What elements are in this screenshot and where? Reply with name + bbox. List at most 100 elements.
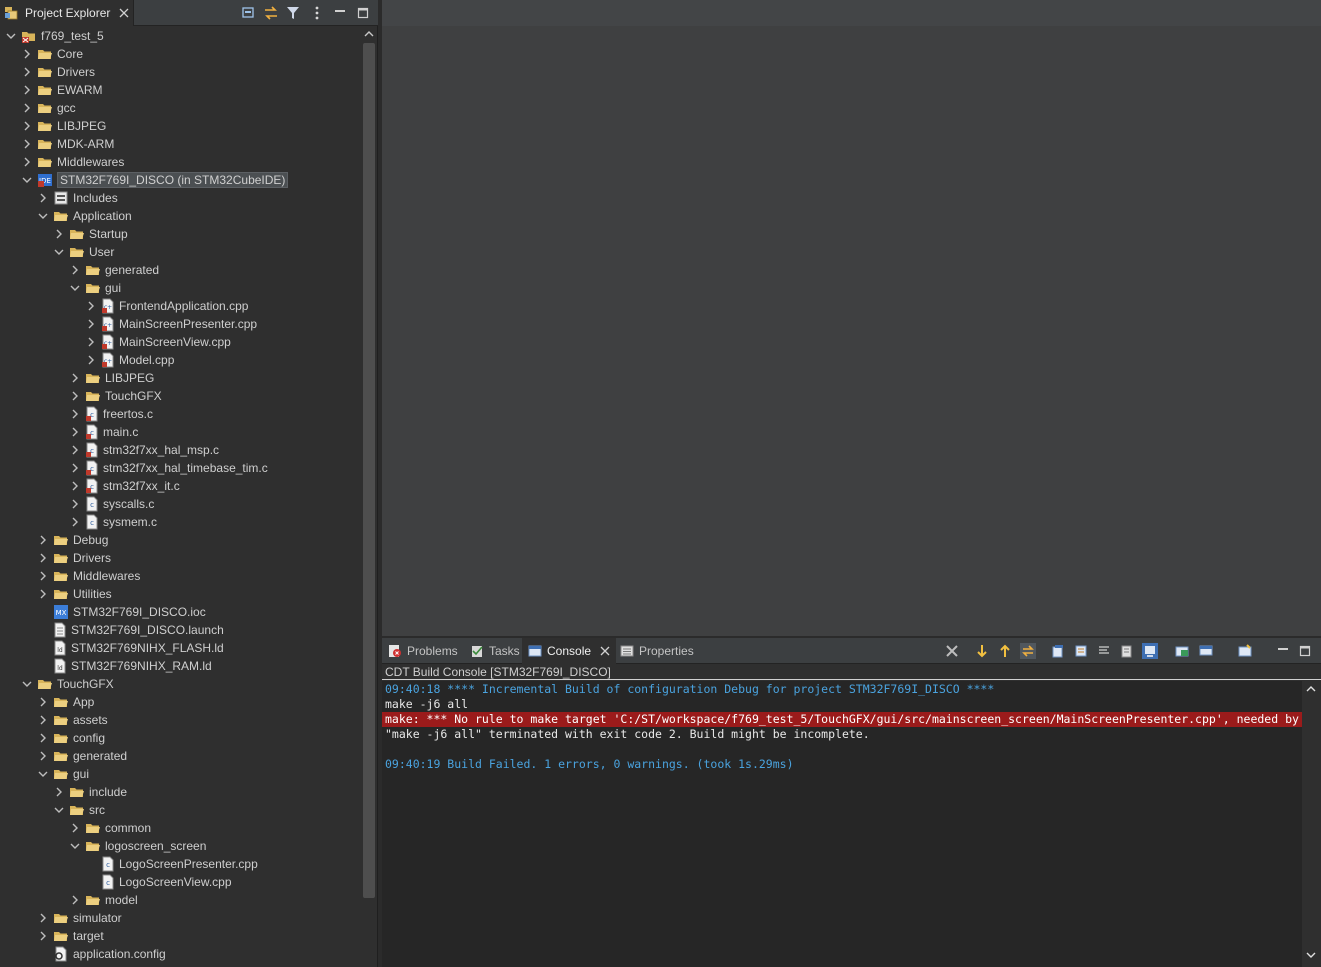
chevron-right-icon[interactable]: [53, 225, 65, 243]
chevron-right-icon[interactable]: [69, 441, 81, 459]
chevron-down-icon[interactable]: [53, 801, 65, 819]
tree-item[interactable]: generated: [0, 747, 360, 765]
chevron-right-icon[interactable]: [37, 531, 49, 549]
tree-item[interactable]: LIBJPEG: [0, 369, 360, 387]
chevron-right-icon[interactable]: [53, 783, 65, 801]
tree-item[interactable]: gui: [0, 765, 360, 783]
tree-item[interactable]: Includes: [0, 189, 360, 207]
chevron-right-icon[interactable]: [37, 585, 49, 603]
chevron-right-icon[interactable]: [21, 63, 33, 81]
chevron-right-icon[interactable]: [37, 549, 49, 567]
scrollbar-thumb[interactable]: [363, 43, 375, 898]
chevron-down-icon[interactable]: [53, 243, 65, 261]
tree-item[interactable]: c main.c: [0, 423, 360, 441]
chevron-right-icon[interactable]: [69, 459, 81, 477]
maximize-icon[interactable]: [355, 5, 371, 21]
tree-item[interactable]: application.config: [0, 945, 360, 963]
collapse-all-icon[interactable]: [240, 5, 256, 21]
link-with-editor-icon[interactable]: [263, 5, 279, 21]
chevron-right-icon[interactable]: [37, 711, 49, 729]
scroll-up-icon[interactable]: [361, 27, 377, 41]
tree-item[interactable]: gcc: [0, 99, 360, 117]
chevron-right-icon[interactable]: [69, 819, 81, 837]
tree-item[interactable]: MX STM32F769I_DISCO.ioc: [0, 603, 360, 621]
tree-item[interactable]: Drivers: [0, 549, 360, 567]
tree-item[interactable]: Startup: [0, 225, 360, 243]
chevron-right-icon[interactable]: [69, 891, 81, 909]
tree-item[interactable]: STM32F769I_DISCO.launch: [0, 621, 360, 639]
tree-item[interactable]: Middlewares: [0, 567, 360, 585]
tree-item[interactable]: MDK-ARM: [0, 135, 360, 153]
chevron-right-icon[interactable]: [69, 477, 81, 495]
chevron-right-icon[interactable]: [37, 747, 49, 765]
tree-item[interactable]: common: [0, 819, 360, 837]
tree-item[interactable]: c stm32f7xx_hal_timebase_tim.c: [0, 459, 360, 477]
tree-item[interactable]: App: [0, 693, 360, 711]
tree-item[interactable]: TouchGFX: [0, 387, 360, 405]
chevron-right-icon[interactable]: [69, 405, 81, 423]
chevron-right-icon[interactable]: [85, 333, 97, 351]
minimize-icon[interactable]: [332, 5, 348, 21]
tree-item[interactable]: TouchGFX: [0, 675, 360, 693]
chevron-right-icon[interactable]: [69, 261, 81, 279]
chevron-right-icon[interactable]: [85, 297, 97, 315]
chevron-down-icon[interactable]: [69, 837, 81, 855]
close-console-icon[interactable]: [600, 646, 610, 656]
tree-item[interactable]: c sysmem.c: [0, 513, 360, 531]
display-selected-console-icon[interactable]: [1174, 643, 1190, 659]
tree-item[interactable]: c LogoScreenPresenter.cpp: [0, 855, 360, 873]
chevron-right-icon[interactable]: [69, 369, 81, 387]
chevron-right-icon[interactable]: [85, 351, 97, 369]
chevron-right-icon[interactable]: [69, 513, 81, 531]
word-wrap-icon[interactable]: [1096, 643, 1112, 659]
chevron-right-icon[interactable]: [21, 135, 33, 153]
pin-console-icon[interactable]: [1142, 643, 1158, 659]
tab-problems[interactable]: Problems: [382, 638, 464, 664]
previous-error-icon[interactable]: [997, 643, 1013, 659]
filter-icon[interactable]: [285, 5, 301, 21]
tree-item[interactable]: model: [0, 891, 360, 909]
chevron-right-icon[interactable]: [37, 567, 49, 585]
tree-item[interactable]: IDE STM32F769I_DISCO (in STM32CubeIDE): [0, 171, 360, 189]
open-console-icon[interactable]: [1198, 643, 1214, 659]
chevron-down-icon[interactable]: [5, 27, 17, 45]
tree-item[interactable]: c stm32f7xx_it.c: [0, 477, 360, 495]
chevron-down-icon[interactable]: [21, 675, 33, 693]
chevron-right-icon[interactable]: [69, 387, 81, 405]
next-error-icon[interactable]: [974, 643, 990, 659]
tree-item[interactable]: Drivers: [0, 63, 360, 81]
tree-item[interactable]: include: [0, 783, 360, 801]
view-menu-icon[interactable]: [309, 5, 325, 21]
tree-item[interactable]: ld STM32F769NIHX_FLASH.ld: [0, 639, 360, 657]
chevron-right-icon[interactable]: [37, 693, 49, 711]
chevron-right-icon[interactable]: [21, 99, 33, 117]
chevron-right-icon[interactable]: [21, 81, 33, 99]
chevron-down-icon[interactable]: [37, 765, 49, 783]
chevron-right-icon[interactable]: [37, 909, 49, 927]
chevron-right-icon[interactable]: [21, 153, 33, 171]
tree-item[interactable]: Core: [0, 45, 360, 63]
tree-item[interactable]: config: [0, 729, 360, 747]
tree-item[interactable]: f769_test_5: [0, 27, 360, 45]
tree-item[interactable]: Application: [0, 207, 360, 225]
tree-item[interactable]: gui: [0, 279, 360, 297]
minimize-console-icon[interactable]: [1275, 643, 1291, 659]
chevron-right-icon[interactable]: [21, 45, 33, 63]
tree-item[interactable]: simulator: [0, 909, 360, 927]
console-output[interactable]: 09:40:18 **** Incremental Build of confi…: [382, 681, 1302, 967]
scroll-down-icon[interactable]: [1306, 951, 1316, 959]
chevron-right-icon[interactable]: [69, 423, 81, 441]
maximize-console-icon[interactable]: [1297, 643, 1313, 659]
tab-tasks[interactable]: Tasks: [464, 638, 526, 664]
tree-item[interactable]: Utilities: [0, 585, 360, 603]
tree-item[interactable]: c+ MainScreenView.cpp: [0, 333, 360, 351]
tree-item[interactable]: ld STM32F769NIHX_RAM.ld: [0, 657, 360, 675]
chevron-right-icon[interactable]: [37, 189, 49, 207]
scroll-lock-icon[interactable]: [1119, 643, 1135, 659]
tree-item[interactable]: c+ MainScreenPresenter.cpp: [0, 315, 360, 333]
tree-item[interactable]: generated: [0, 261, 360, 279]
tree-item[interactable]: User: [0, 243, 360, 261]
tree-item[interactable]: target: [0, 927, 360, 945]
tab-properties[interactable]: Properties: [614, 638, 700, 664]
tree-item[interactable]: Middlewares: [0, 153, 360, 171]
